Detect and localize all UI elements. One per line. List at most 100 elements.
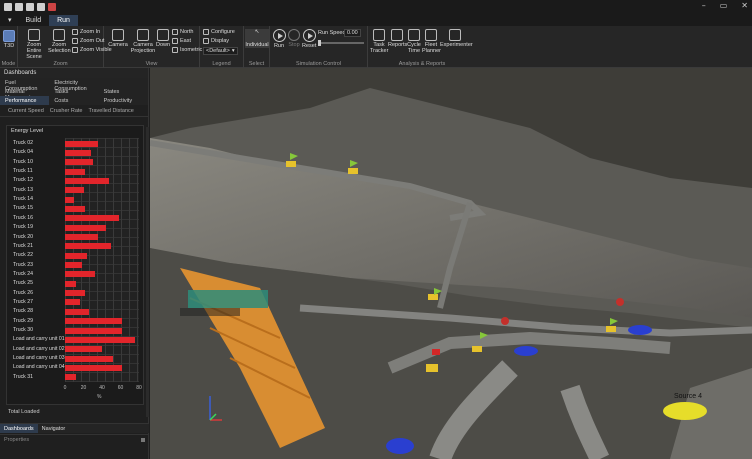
energy-bar xyxy=(65,252,88,259)
source-4-label: Source 4 xyxy=(674,393,703,400)
energy-bar xyxy=(65,327,123,334)
camera-button[interactable]: Camera xyxy=(108,29,128,48)
subtab-current-speed[interactable]: Current Speed xyxy=(8,108,44,114)
cycle-time-button[interactable]: Cycle Time xyxy=(406,29,422,54)
chart-row: Truck 15 xyxy=(7,204,145,213)
group-mode: T3D Mode xyxy=(0,26,18,68)
ribbon: T3D Mode Zoom Entire Scene Zoom Selectio… xyxy=(0,26,752,68)
tab-costs[interactable]: Costs xyxy=(49,96,98,105)
zoom-out-button[interactable]: Zoom Out xyxy=(72,38,104,44)
zoom-out-icon xyxy=(72,38,78,44)
slider-thumb[interactable] xyxy=(318,40,321,46)
chart-category-label: Truck 27 xyxy=(13,298,33,305)
energy-bar xyxy=(65,224,106,231)
panel-scrollbar[interactable] xyxy=(146,127,149,417)
source-4-marker xyxy=(663,402,707,420)
chart-row: Truck 11 xyxy=(7,167,145,176)
zoom-selection-button[interactable]: Zoom Selection xyxy=(48,29,71,54)
quick-access-toolbar xyxy=(0,3,56,11)
energy-bar xyxy=(65,290,86,297)
legend-select[interactable]: <Default> ▾ xyxy=(203,47,238,55)
camera-icon xyxy=(112,29,124,41)
group-label-legend: Legend xyxy=(212,61,231,67)
3d-viewport[interactable]: Source 4 xyxy=(150,68,752,459)
energy-bar xyxy=(65,140,99,147)
tab-performance[interactable]: Performance xyxy=(0,96,50,105)
chart-row: Truck 20 xyxy=(7,233,145,242)
record-icon[interactable] xyxy=(48,3,56,11)
experimenter-button[interactable]: Experimenter xyxy=(440,29,473,48)
energy-bar xyxy=(65,196,75,203)
task-tracker-button[interactable]: Task Tracker xyxy=(370,29,388,54)
energy-bar xyxy=(65,364,123,371)
mine-terrain-view[interactable] xyxy=(150,68,752,459)
energy-bar xyxy=(65,299,80,306)
tab-navigator[interactable]: Navigator xyxy=(38,424,70,433)
legend-configure-button[interactable]: Configure xyxy=(203,29,235,35)
camera-projection-button[interactable]: Camera Projection xyxy=(130,29,156,54)
tab-productivity[interactable]: Productivity xyxy=(99,96,148,105)
energy-bar xyxy=(65,205,86,212)
chart-category-label: Load and carry unit 01 xyxy=(13,336,65,343)
open-folder-icon[interactable] xyxy=(26,3,34,11)
chart-row: Truck 02 xyxy=(7,139,145,148)
view-isometric-button[interactable]: Isometric xyxy=(172,47,202,53)
tab-build[interactable]: Build xyxy=(18,15,50,26)
file-menu-icon[interactable]: ▾ xyxy=(2,14,18,26)
subtab-travelled-distance[interactable]: Travelled Distance xyxy=(89,108,134,114)
tab-material-movement[interactable]: Material Movement xyxy=(0,87,49,101)
run-speed-slider[interactable] xyxy=(318,40,364,46)
minimize-button[interactable]: – xyxy=(702,1,706,10)
chart-row: Load and carry unit 03 xyxy=(7,354,145,363)
energy-bar xyxy=(65,355,114,362)
run-speed-input[interactable]: 0.00 xyxy=(344,29,361,37)
energy-bar xyxy=(65,168,86,175)
zoom-selection-icon xyxy=(53,29,65,41)
restore-button[interactable]: ▭ xyxy=(720,1,728,10)
tab-run[interactable]: Run xyxy=(49,15,78,26)
stop-icon xyxy=(288,29,300,41)
view-down-button[interactable]: Down xyxy=(156,29,170,48)
x-tick-label: 60 xyxy=(117,385,124,391)
blue-zone-2 xyxy=(514,346,538,356)
x-tick-label: 20 xyxy=(80,385,87,391)
run-button[interactable]: Run xyxy=(272,29,286,49)
mode-t3d-button[interactable]: T3D xyxy=(2,30,16,49)
chart-row: Truck 04 xyxy=(7,148,145,157)
energy-bar xyxy=(65,149,91,156)
truck-body-2 xyxy=(348,168,358,174)
save-icon[interactable] xyxy=(37,3,45,11)
reports-button[interactable]: Reports xyxy=(388,29,407,48)
new-file-icon[interactable] xyxy=(15,3,23,11)
legend-display-button[interactable]: Display xyxy=(203,38,229,44)
reset-button[interactable]: Reset xyxy=(302,29,316,49)
subtab-crusher-rate[interactable]: Crusher Rate xyxy=(50,108,83,114)
truck-body-5 xyxy=(472,346,482,352)
chart-category-label: Truck 15 xyxy=(13,205,33,212)
view-north-button[interactable]: North xyxy=(172,29,193,35)
energy-bar xyxy=(65,346,102,353)
reset-icon xyxy=(302,29,316,42)
chart-row: Truck 21 xyxy=(7,242,145,251)
chart-category-label: Truck 12 xyxy=(13,177,33,184)
pin-icon[interactable] xyxy=(141,438,145,442)
tab-dashboards[interactable]: Dashboards xyxy=(0,424,38,433)
water-pond xyxy=(188,290,268,308)
group-view: Camera Camera Projection Down North East… xyxy=(104,26,202,68)
app-menu-icon[interactable] xyxy=(4,3,12,11)
zoom-entire-scene-button[interactable]: Zoom Entire Scene xyxy=(22,29,46,60)
zoom-in-button[interactable]: Zoom In xyxy=(72,29,100,35)
energy-bar xyxy=(65,234,99,240)
tab-tasks[interactable]: Tasks xyxy=(49,87,98,96)
stop-button[interactable]: Stop xyxy=(287,29,301,48)
select-individual-button[interactable]: ↖ Individual xyxy=(245,29,269,48)
ribbon-tabs: ▾ Build Run xyxy=(0,14,752,26)
x-tick-label: 40 xyxy=(99,385,105,391)
close-button[interactable]: ✕ xyxy=(741,1,748,10)
energy-bar xyxy=(65,374,77,381)
tab-electricity-consumption[interactable]: Electricity Consumption xyxy=(49,78,98,92)
tab-states[interactable]: States xyxy=(99,87,148,96)
tab-fuel-consumption[interactable]: Fuel Consumption xyxy=(0,78,49,92)
fleet-planner-button[interactable]: Fleet Planner xyxy=(422,29,441,54)
view-east-button[interactable]: East xyxy=(172,38,191,44)
